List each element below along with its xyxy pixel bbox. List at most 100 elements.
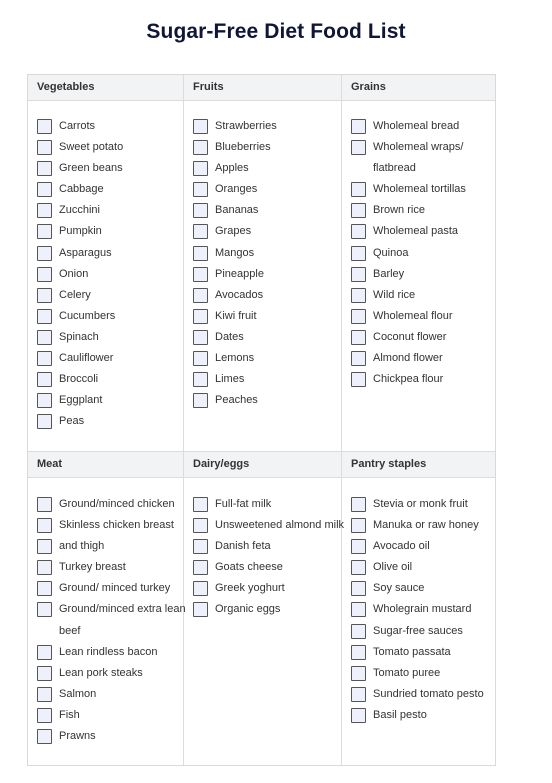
checklist-item[interactable]: Apples xyxy=(193,160,341,181)
checkbox[interactable] xyxy=(37,182,52,198)
checklist-item[interactable]: Salmon xyxy=(37,686,183,707)
checklist-item[interactable]: Wholemeal pasta xyxy=(351,223,495,244)
checklist-item[interactable]: Barley xyxy=(351,266,495,287)
checklist-item[interactable]: Lean rindless bacon xyxy=(37,644,183,665)
checklist-item[interactable]: Skinless chicken breast xyxy=(37,517,183,538)
checklist-item[interactable]: Olive oil xyxy=(351,559,495,580)
checkbox[interactable] xyxy=(193,140,208,156)
checklist-item[interactable]: Wholemeal tortillas xyxy=(351,181,495,202)
checkbox[interactable] xyxy=(37,287,52,303)
checklist-item[interactable]: Cabbage xyxy=(37,181,183,202)
checklist-item[interactable]: Full-fat milk xyxy=(193,496,341,517)
checkbox[interactable] xyxy=(351,140,366,156)
checklist-item[interactable]: Limes xyxy=(193,371,341,392)
checkbox[interactable] xyxy=(351,224,366,240)
checklist-item[interactable]: Almond flower xyxy=(351,350,495,371)
checkbox[interactable] xyxy=(351,308,366,324)
checkbox[interactable] xyxy=(351,245,366,261)
checklist-item[interactable]: Ground/ minced turkey xyxy=(37,580,183,601)
checklist-item[interactable]: Ground/minced chicken xyxy=(37,496,183,517)
checkbox[interactable] xyxy=(193,287,208,303)
checkbox[interactable] xyxy=(37,644,52,660)
checklist-item[interactable]: Sweet potato xyxy=(37,139,183,160)
checkbox[interactable] xyxy=(351,686,366,702)
checkbox[interactable] xyxy=(193,393,208,409)
checkbox[interactable] xyxy=(351,539,366,555)
checkbox[interactable] xyxy=(193,602,208,618)
checkbox[interactable] xyxy=(351,707,366,723)
checklist-item[interactable]: Cucumbers xyxy=(37,308,183,329)
checklist-item[interactable]: Basil pesto xyxy=(351,707,495,728)
checkbox[interactable] xyxy=(351,497,366,512)
checkbox[interactable] xyxy=(193,518,208,534)
checklist-item[interactable]: Greek yoghurt xyxy=(193,580,341,601)
checkbox[interactable] xyxy=(351,119,366,134)
checkbox[interactable] xyxy=(193,245,208,261)
checklist-item[interactable]: Eggplant xyxy=(37,392,183,413)
checklist-item[interactable]: Bananas xyxy=(193,202,341,223)
checklist-item[interactable]: Wholemeal bread xyxy=(351,118,495,139)
checkbox[interactable] xyxy=(351,203,366,219)
checkbox[interactable] xyxy=(37,539,52,555)
checklist-item[interactable]: Broccoli xyxy=(37,371,183,392)
checkbox[interactable] xyxy=(351,602,366,618)
checkbox[interactable] xyxy=(351,644,366,660)
checklist-item[interactable]: Stevia or monk fruit xyxy=(351,496,495,517)
checklist-item[interactable]: Chickpea flour xyxy=(351,371,495,392)
checkbox[interactable] xyxy=(37,602,52,618)
checklist-item[interactable]: Sundried tomato pesto xyxy=(351,686,495,707)
checklist-item[interactable]: Fish xyxy=(37,707,183,728)
checklist-item[interactable]: Prawns xyxy=(37,728,183,749)
checklist-item[interactable]: and thigh xyxy=(37,538,183,559)
checkbox[interactable] xyxy=(351,329,366,345)
checklist-item[interactable]: Peaches xyxy=(193,392,341,413)
checklist-item[interactable]: Manuka or raw honey xyxy=(351,517,495,538)
checkbox[interactable] xyxy=(351,351,366,367)
checklist-item[interactable]: Lean pork steaks xyxy=(37,665,183,686)
checkbox[interactable] xyxy=(351,182,366,198)
checklist-item[interactable]: Coconut flower xyxy=(351,329,495,350)
checkbox[interactable] xyxy=(351,623,366,639)
checkbox[interactable] xyxy=(351,266,366,282)
checkbox[interactable] xyxy=(351,560,366,576)
checklist-item[interactable]: Pineapple xyxy=(193,266,341,287)
checkbox[interactable] xyxy=(193,539,208,555)
checkbox[interactable] xyxy=(37,414,52,430)
checkbox[interactable] xyxy=(37,308,52,324)
checklist-item[interactable]: Pumpkin xyxy=(37,223,183,244)
checkbox[interactable] xyxy=(351,665,366,681)
checklist-item[interactable]: Oranges xyxy=(193,181,341,202)
checklist-item[interactable]: Turkey breast xyxy=(37,559,183,580)
checklist-item[interactable]: Dates xyxy=(193,329,341,350)
checklist-item[interactable]: Wholegrain mustard xyxy=(351,601,495,622)
checkbox[interactable] xyxy=(37,224,52,240)
checklist-item[interactable]: Ground/minced extra lean xyxy=(37,601,186,622)
checklist-item[interactable]: Tomato passata xyxy=(351,644,495,665)
checklist-item[interactable]: Cauliflower xyxy=(37,350,183,371)
checklist-item[interactable]: Sugar-free sauces xyxy=(351,623,495,644)
checklist-item[interactable]: Strawberries xyxy=(193,118,341,139)
checkbox[interactable] xyxy=(193,329,208,345)
checkbox[interactable] xyxy=(37,245,52,261)
checklist-item[interactable]: Zucchini xyxy=(37,202,183,223)
checklist-item[interactable]: Wholemeal wraps/ xyxy=(351,139,495,160)
checklist-item[interactable]: Quinoa xyxy=(351,245,495,266)
checkbox[interactable] xyxy=(351,372,366,388)
checkbox[interactable] xyxy=(37,665,52,681)
checkbox[interactable] xyxy=(37,581,52,597)
checklist-item[interactable]: Goats cheese xyxy=(193,559,341,580)
checklist-item[interactable]: Tomato puree xyxy=(351,665,495,686)
checklist-item[interactable]: Asparagus xyxy=(37,245,183,266)
checklist-item[interactable]: Carrots xyxy=(37,118,183,139)
checklist-item[interactable]: Spinach xyxy=(37,329,183,350)
checkbox[interactable] xyxy=(193,161,208,177)
checkbox[interactable] xyxy=(351,518,366,534)
checkbox[interactable] xyxy=(37,560,52,576)
checklist-item[interactable]: Mangos xyxy=(193,245,341,266)
checkbox[interactable] xyxy=(351,287,366,303)
checkbox[interactable] xyxy=(193,372,208,388)
checkbox[interactable] xyxy=(37,351,52,367)
checkbox[interactable] xyxy=(193,497,208,512)
checkbox[interactable] xyxy=(37,518,52,534)
checkbox[interactable] xyxy=(193,182,208,198)
